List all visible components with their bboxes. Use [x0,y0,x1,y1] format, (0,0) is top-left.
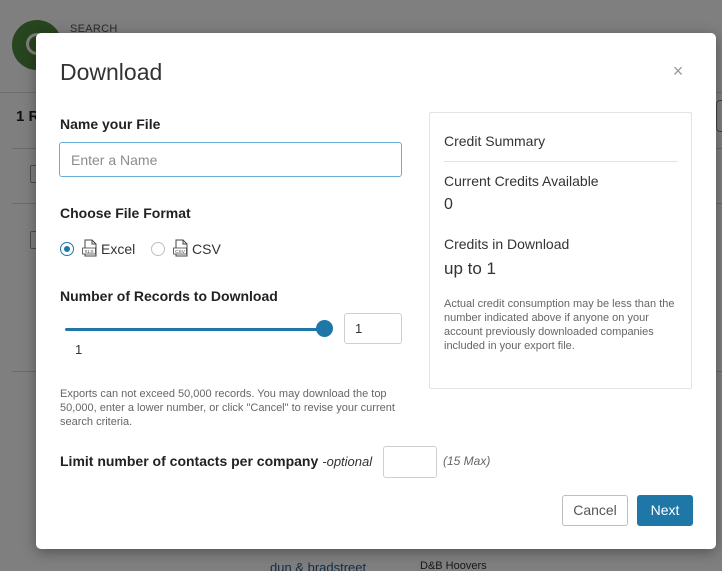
excel-radio[interactable] [60,242,74,256]
svg-text:XLS: XLS [84,249,93,255]
file-name-label: Name your File [60,116,161,132]
records-slider-thumb[interactable] [316,320,333,337]
credit-summary-title: Credit Summary [444,133,546,149]
records-slider-track[interactable] [65,328,327,331]
close-icon[interactable]: × [668,61,688,81]
optional-tag: -optional [322,454,373,469]
csv-label[interactable]: CSV [192,241,221,257]
credit-consumption-note: Actual credit consumption may be less th… [444,298,675,352]
contacts-limit-max: (15 Max) [443,454,491,468]
credit-summary-panel: Credit Summary Current Credits Available… [429,112,692,389]
credits-available-label: Current Credits Available [444,173,599,189]
credits-available-value: 0 [444,196,453,213]
credit-summary-divider [444,161,678,162]
credits-in-download-label: Credits in Download [444,236,570,252]
csv-file-icon: CSV [173,239,188,257]
contacts-limit-input[interactable] [383,446,437,478]
export-limit-note: Exports can not exceed 50,000 records. Y… [60,388,395,428]
file-name-input[interactable] [59,142,402,177]
cancel-button[interactable]: Cancel [562,495,628,526]
contacts-limit-label: Limit number of contacts per company -opt… [60,453,372,469]
xls-file-icon: XLS [82,239,97,257]
credits-in-download-value: up to 1 [444,259,496,278]
svg-text:CSV: CSV [175,249,186,255]
next-button[interactable]: Next [637,495,693,526]
records-count-input[interactable] [344,313,402,344]
contacts-limit-text: Limit number of contacts per company [60,453,319,469]
download-modal: Download × Name your File Choose File Fo… [36,33,716,549]
csv-radio[interactable] [151,242,165,256]
modal-title: Download [60,59,163,85]
excel-label[interactable]: Excel [101,241,135,257]
file-format-label: Choose File Format [60,205,191,221]
records-label: Number of Records to Download [60,288,278,304]
slider-min-label: 1 [75,342,83,357]
